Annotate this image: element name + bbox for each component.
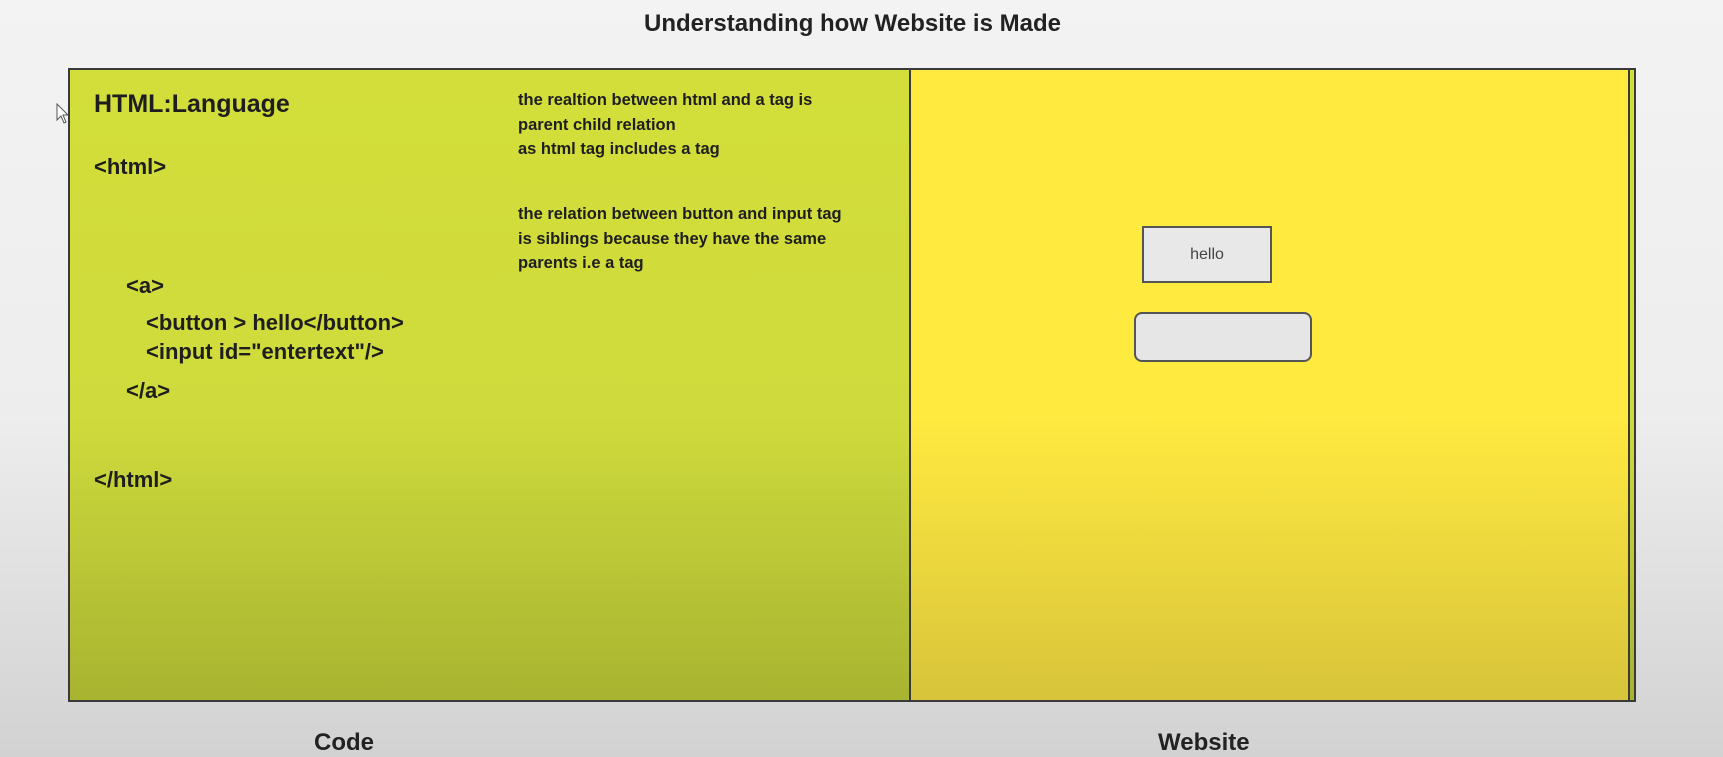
entertext-input[interactable]	[1134, 312, 1312, 362]
diagram-board: HTML:Language <html> <a> <button > hello…	[68, 68, 1636, 702]
note-line: parents i.e a tag	[518, 254, 644, 272]
note-line: as html tag includes a tag	[518, 140, 720, 158]
code-line-input: <input id="entertext"/>	[146, 339, 384, 364]
note-line: is siblings because they have the same	[518, 229, 827, 248]
parent-child-note: the realtion between html and a tag is p…	[518, 88, 898, 162]
website-caption: Website	[1158, 729, 1250, 756]
note-line: the relation between button and input ta…	[518, 205, 842, 223]
code-line-button: <button > hello</button>	[146, 310, 404, 335]
hello-button[interactable]: hello	[1142, 226, 1272, 283]
website-panel	[911, 70, 1630, 700]
siblings-note: the relation between button and input ta…	[518, 202, 898, 276]
note-line: parent child relation	[518, 115, 676, 134]
code-line-a-open: <a>	[126, 273, 164, 298]
code-caption: Code	[314, 729, 374, 756]
code-line-a-close: </a>	[126, 378, 171, 403]
slide-title: Understanding how Website is Made	[644, 10, 1061, 37]
code-line-html-open: <html>	[94, 154, 167, 179]
code-heading: HTML:Language	[94, 90, 290, 118]
code-panel: HTML:Language <html> <a> <button > hello…	[70, 70, 911, 700]
code-line-html-close: </html>	[94, 467, 173, 492]
note-line: the realtion between html and a tag is	[518, 91, 813, 109]
mouse-pointer-icon	[56, 103, 70, 124]
